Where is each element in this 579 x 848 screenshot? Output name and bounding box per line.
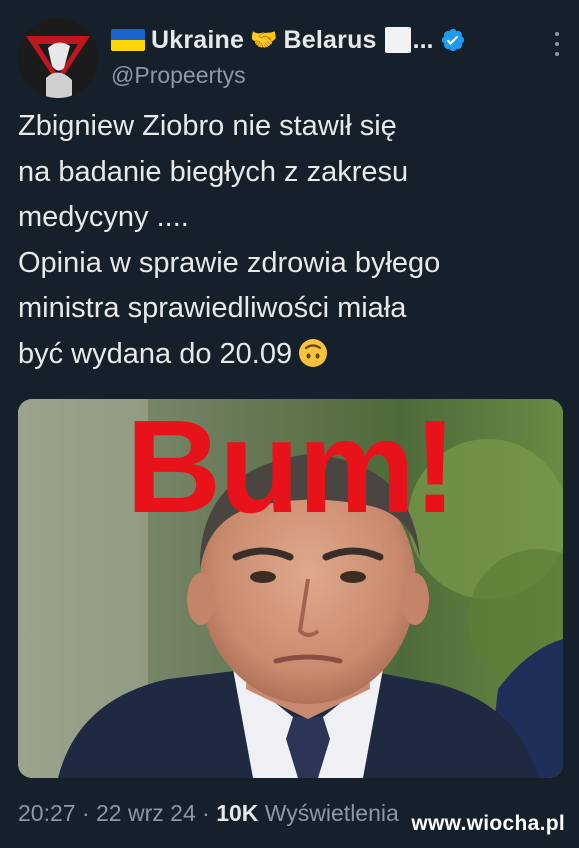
upside-down-face-icon: [299, 338, 328, 367]
tweet-line-1: Zbigniew Ziobro nie stawił się: [18, 110, 397, 142]
white-square-icon: [384, 27, 411, 53]
tweet-header: Ukraine 🤝 Belarus ... @Propeertys: [18, 18, 563, 98]
views-count: 10K: [216, 800, 259, 826]
author-handle[interactable]: @Propeertys: [111, 62, 246, 89]
display-name-part1: Ukraine: [151, 25, 245, 54]
meta-separator-2: ·: [195, 800, 217, 826]
more-options-icon[interactable]: [553, 32, 561, 56]
tweet-line-6-text: być wydana do 20.09: [18, 337, 293, 370]
display-name-suffix: ...: [412, 25, 434, 54]
overlay-text-bum: Bum!: [125, 399, 457, 540]
site-watermark: www.wiocha.pl: [411, 812, 565, 835]
tweet-media-image[interactable]: Bum!: [18, 399, 563, 778]
tweet-date[interactable]: 22 wrz 24: [96, 800, 196, 826]
tweet-line-3: medycyny ....: [18, 201, 189, 233]
avatar[interactable]: [18, 18, 98, 98]
tweet-meta: 20:27 · 22 wrz 24 · 10K Wyświetlenia: [18, 800, 399, 827]
tweet-line-4: Opinia w sprawie zdrowia byłego: [18, 246, 441, 279]
tweet-line-2: na badanie biegłych z zakresu: [18, 155, 409, 188]
views-label: Wyświetlenia: [258, 800, 399, 826]
avatar-image: [18, 18, 98, 98]
display-name-row[interactable]: Ukraine 🤝 Belarus ...: [111, 24, 466, 56]
ukraine-flag-icon: [111, 29, 145, 51]
meta-separator-1: ·: [75, 800, 97, 826]
tweet-line-5: ministra sprawiedliwości miała: [18, 292, 407, 324]
tweet-text: Zbigniew Ziobro nie stawił się na badani…: [18, 104, 563, 377]
tweet-line-6: być wydana do 20.09: [18, 332, 563, 378]
verified-badge-icon: [441, 28, 464, 52]
tweet-time[interactable]: 20:27: [18, 800, 76, 826]
handshake-icon: 🤝: [250, 27, 278, 52]
display-name-part2: Belarus: [283, 25, 377, 54]
